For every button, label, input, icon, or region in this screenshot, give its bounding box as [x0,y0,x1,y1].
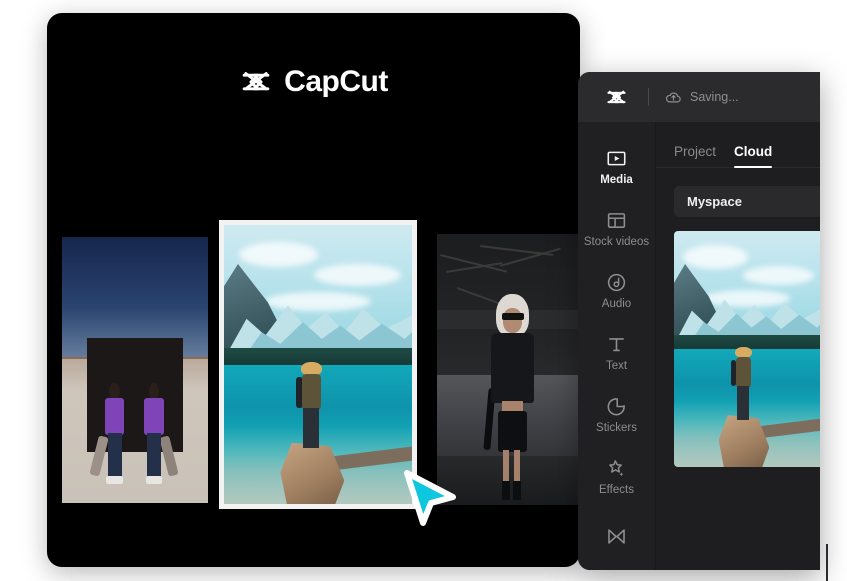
capcut-brand-lockup: CapCut [47,65,580,99]
rail-label-stickers: Stickers [596,422,637,434]
rail-item-stock-videos[interactable]: Stock videos [578,198,656,260]
tab-project[interactable]: Project [674,144,716,168]
rail-item-transitions[interactable] [578,508,656,570]
folder-label-myspace: Myspace [687,194,742,209]
rail-item-effects[interactable]: Effects [578,446,656,508]
text-icon [609,338,624,352]
editor-body: Media Stock videos Audio Text Stickers E… [578,122,820,570]
transitions-icon [608,529,625,544]
photo-mountain-lake[interactable] [219,220,417,509]
capcut-brand-name: CapCut [284,65,388,98]
save-status: Saving... [665,89,739,106]
capcut-editor-window: Saving... Media Stock videos Audio Text … [578,72,820,570]
rail-item-text[interactable]: Text [578,322,656,384]
editor-header: Saving... [578,72,820,122]
capcut-hourglass-icon [242,72,270,91]
rail-label-effects: Effects [599,484,634,496]
effects-icon [609,460,624,477]
rail-item-audio[interactable]: Audio [578,260,656,322]
rail-label-stock-videos: Stock videos [583,236,650,248]
media-thumbnail-mountain-lake[interactable] [674,231,820,467]
photo-skaters[interactable] [62,237,208,503]
rail-label-text: Text [605,360,628,372]
photo-carousel [47,220,580,510]
rail-item-media[interactable]: Media [578,136,656,198]
media-icon [607,151,626,166]
cloud-upload-icon [665,91,681,102]
rail-item-stickers[interactable]: Stickers [578,384,656,446]
folder-row-myspace[interactable]: Myspace [674,186,820,217]
header-divider [648,88,649,106]
capcut-hourglass-icon[interactable] [605,86,628,109]
promo-preview-card: CapCut [47,13,580,567]
right-edge-marker [826,544,828,581]
rail-label-media: Media [600,174,633,186]
photo-fashion-woman[interactable] [437,234,580,505]
stickers-icon [607,398,625,416]
stock-videos-icon [607,213,626,228]
screenshot-root: CapCut Saving... Media Stock videos Audi… [0,0,847,581]
tool-rail: Media Stock videos Audio Text Stickers E… [578,122,656,570]
tab-cloud[interactable]: Cloud [734,144,773,168]
library-panel: Project Cloud Myspace [656,122,820,570]
audio-icon [607,273,626,292]
save-status-text: Saving... [690,90,739,104]
library-tabs: Project Cloud [656,122,820,168]
rail-label-audio: Audio [601,298,632,310]
